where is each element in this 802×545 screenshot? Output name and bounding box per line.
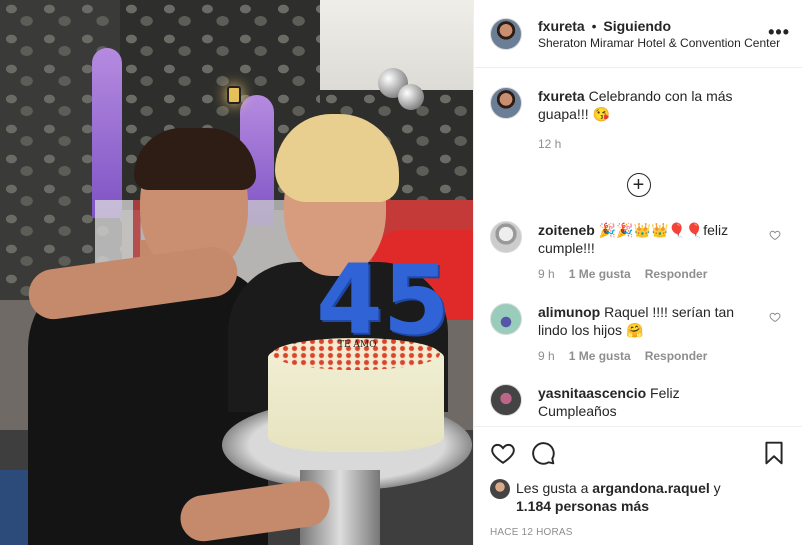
commenter-avatar[interactable] — [490, 221, 522, 253]
comment-meta: 9 h 1 Me gusta Responder — [538, 349, 787, 363]
more-horizontal-icon[interactable]: ••• — [768, 22, 790, 43]
action-bar — [490, 427, 787, 479]
caption: fxureta Celebrando con la más guapa!!! 😘 — [490, 87, 787, 123]
comment-text: alimunop Raquel !!!! serían tan lindo lo… — [538, 303, 748, 339]
comment-item: zoiteneb 🎉🎉👑👑🎈🎈feliz cumple!!! — [490, 221, 787, 257]
plus-circle-icon[interactable]: + — [626, 173, 651, 197]
following-button[interactable]: Siguiendo — [603, 18, 671, 34]
post-photo[interactable]: 45 TE AMO — [0, 0, 473, 545]
heart-icon[interactable] — [769, 229, 781, 241]
comment-meta: 9 h 1 Me gusta Responder — [538, 267, 787, 281]
reply-button[interactable]: Responder — [645, 267, 708, 281]
caption-username[interactable]: fxureta — [538, 88, 585, 104]
comment-item: alimunop Raquel !!!! serían tan lindo lo… — [490, 303, 787, 339]
wall-lamp — [227, 86, 241, 104]
comment-time[interactable]: 9 h — [538, 267, 555, 281]
comment-item: yasnitaascencio Feliz Cumpleaños — [490, 384, 787, 420]
man-hair — [134, 128, 256, 190]
likes-count[interactable]: 1.184 personas más — [516, 498, 649, 514]
comment-likes[interactable]: 1 Me gusta — [569, 267, 631, 281]
location-link[interactable]: Sheraton Miramar Hotel & Convention Cent… — [538, 35, 780, 51]
number-candle: 45 — [316, 244, 450, 356]
cake-topper: TE AMO — [338, 340, 377, 350]
comment-username[interactable]: yasnitaascencio — [538, 385, 646, 401]
comments-list[interactable]: fxureta Celebrando con la más guapa!!! 😘… — [474, 69, 802, 426]
header-line: fxureta • Siguiendo — [538, 17, 780, 35]
caption-time[interactable]: 12 h — [538, 137, 787, 151]
purple-arch-left — [92, 48, 122, 218]
like-heart-icon[interactable] — [490, 440, 516, 466]
commenter-avatar[interactable] — [490, 303, 522, 335]
liker-avatar[interactable] — [490, 479, 510, 499]
separator-dot: • — [591, 17, 597, 34]
author-avatar[interactable] — [490, 17, 522, 50]
post-header: fxureta • Siguiendo Sheraton Miramar Hot… — [474, 0, 802, 68]
likes-text: Les gusta a argandona.raquel y 1.184 per… — [516, 479, 721, 515]
post-time[interactable]: HACE 12 HORAS — [490, 527, 787, 538]
likes-summary: Les gusta a argandona.raquel y 1.184 per… — [490, 479, 787, 515]
post-footer: Les gusta a argandona.raquel y 1.184 per… — [474, 426, 802, 545]
liker-username[interactable]: argandona.raquel — [592, 480, 709, 496]
reply-button[interactable]: Responder — [645, 349, 708, 363]
post-sidebar: fxureta • Siguiendo Sheraton Miramar Hot… — [473, 0, 802, 545]
likes-and: y — [709, 480, 721, 496]
instagram-post: 45 TE AMO fxureta • Siguiendo Sheraton M… — [0, 0, 802, 545]
disco-ball — [398, 84, 424, 110]
comment-username[interactable]: alimunop — [538, 304, 600, 320]
bookmark-icon[interactable] — [761, 440, 787, 466]
caption-avatar[interactable] — [490, 87, 522, 119]
commenter-avatar[interactable] — [490, 384, 522, 416]
author-username[interactable]: fxureta — [538, 18, 585, 34]
comment-likes[interactable]: 1 Me gusta — [569, 349, 631, 363]
comment-text: zoiteneb 🎉🎉👑👑🎈🎈feliz cumple!!! — [538, 221, 748, 257]
header-text: fxureta • Siguiendo Sheraton Miramar Hot… — [538, 17, 780, 51]
comment-username[interactable]: zoiteneb — [538, 222, 595, 238]
heart-icon[interactable] — [769, 311, 781, 323]
comment-bubble-icon[interactable] — [530, 440, 556, 466]
comment-time[interactable]: 9 h — [538, 349, 555, 363]
caption-text: fxureta Celebrando con la más guapa!!! 😘 — [538, 87, 787, 123]
comment-text: yasnitaascencio Feliz Cumpleaños — [538, 384, 748, 420]
likes-prefix: Les gusta a — [516, 480, 593, 496]
